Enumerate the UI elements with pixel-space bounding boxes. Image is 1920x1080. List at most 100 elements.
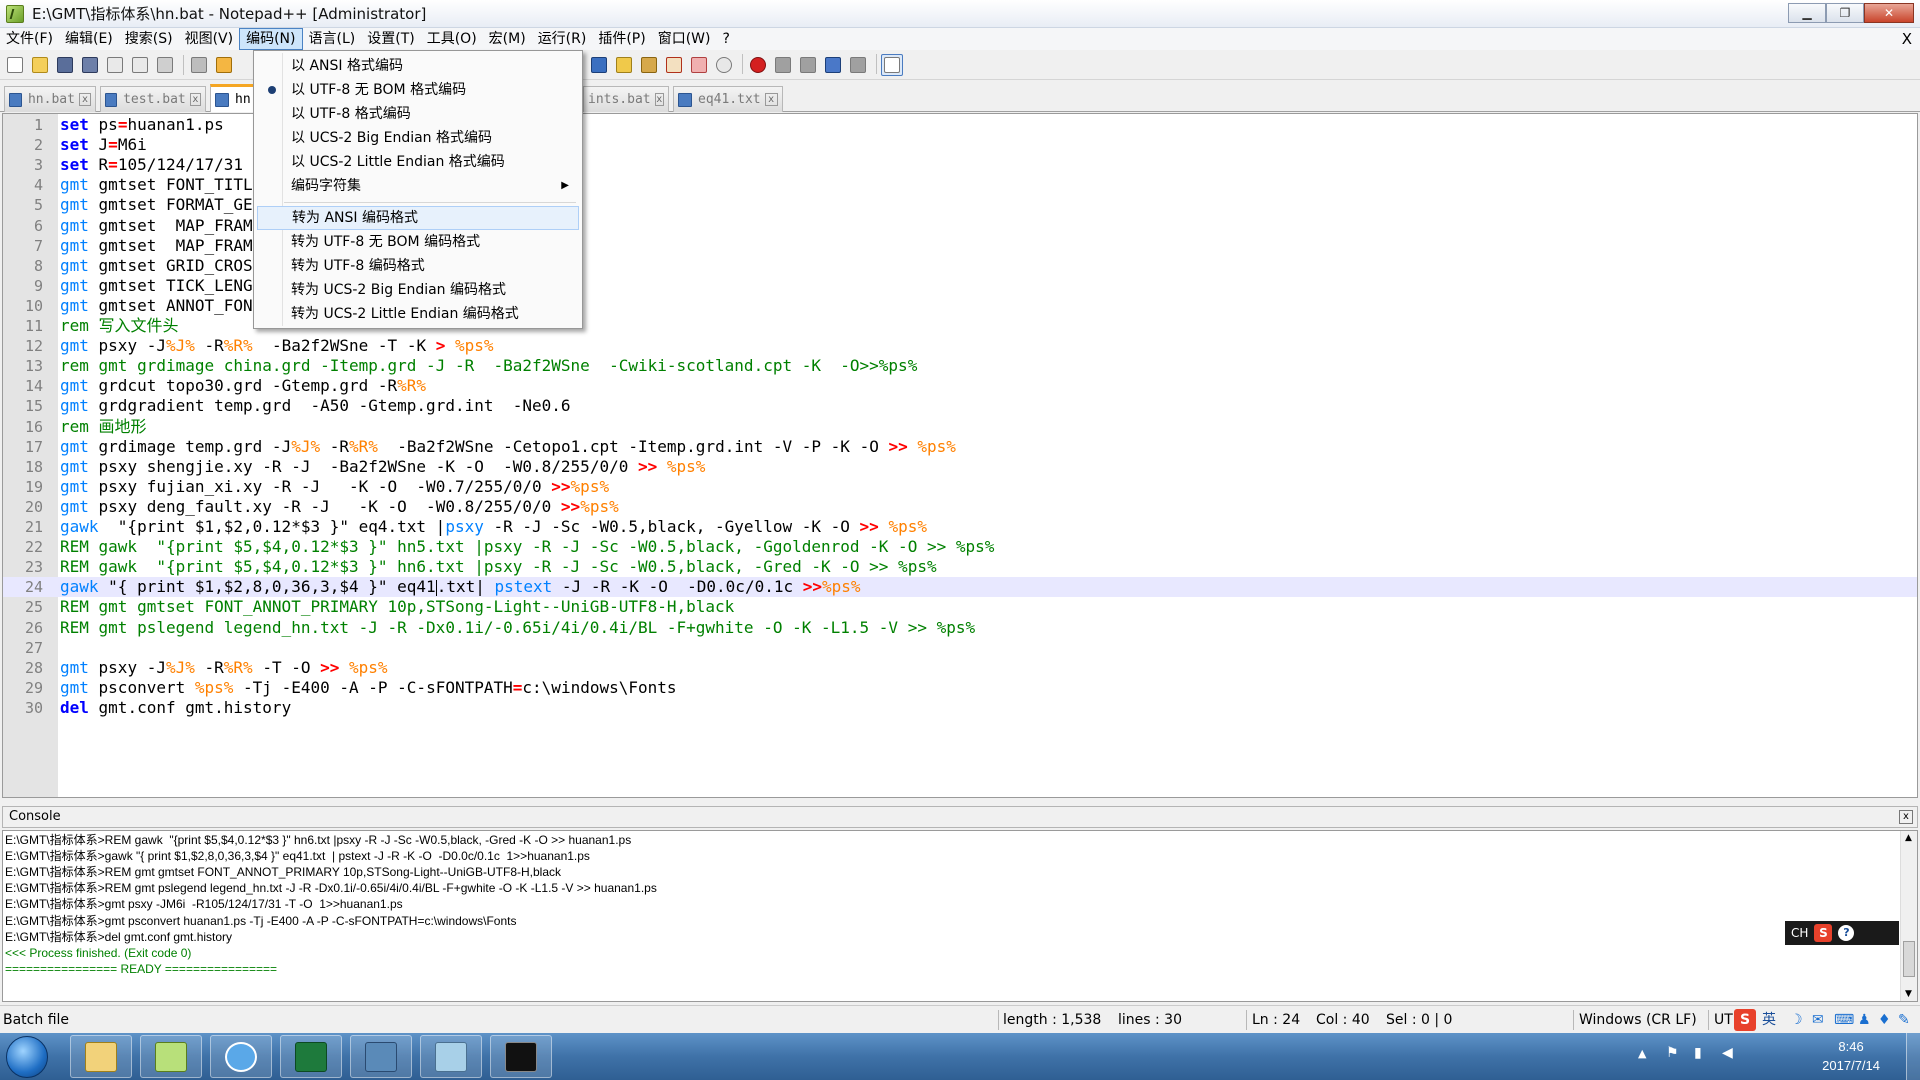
menu-file[interactable]: 文件(F) bbox=[0, 28, 59, 50]
save-macro-icon[interactable] bbox=[847, 54, 869, 76]
tools-icon[interactable]: ✎ bbox=[1898, 1006, 1910, 1034]
menu-encode-ucs2-be[interactable]: 以 UCS-2 Big Endian 格式编码 bbox=[257, 126, 579, 150]
menu-encode-utf8[interactable]: 以 UTF-8 格式编码 bbox=[257, 102, 579, 126]
code-line[interactable]: 21 gawk "{print $1,$2,0.12*$3 }" eq4.txt … bbox=[3, 517, 1917, 537]
menu-window[interactable]: 窗口(W) bbox=[652, 28, 717, 50]
show-all-chars-icon[interactable] bbox=[613, 54, 635, 76]
new-file-icon[interactable] bbox=[4, 54, 26, 76]
menu-convert-ansi[interactable]: 转为 ANSI 编码格式 bbox=[257, 206, 579, 230]
ime-symbol-icon[interactable]: ✉ bbox=[1812, 1006, 1824, 1034]
code-line[interactable]: 22 REM gawk "{print $5,$4,0.12*$3 }" hn5.… bbox=[3, 537, 1917, 557]
console-icon[interactable] bbox=[881, 54, 903, 76]
minimize-button[interactable]: ▁ bbox=[1788, 3, 1826, 23]
play-macro-icon[interactable] bbox=[797, 54, 819, 76]
code-line[interactable]: 20 gmt psxy deng_fault.xy -R -J -K -O -W0… bbox=[3, 497, 1917, 517]
scroll-down-icon[interactable]: ▼ bbox=[1905, 989, 1912, 999]
print-icon[interactable] bbox=[154, 54, 176, 76]
taskbar-explorer[interactable] bbox=[70, 1035, 132, 1078]
folder-as-workspace-icon[interactable] bbox=[688, 54, 710, 76]
taskbar-excel[interactable] bbox=[280, 1035, 342, 1078]
console-scrollbar[interactable]: ▲ ▼ bbox=[1900, 831, 1917, 1001]
user-icon[interactable]: ♟ bbox=[1858, 1006, 1871, 1034]
language-icon[interactable] bbox=[663, 54, 685, 76]
indent-guide-icon[interactable] bbox=[638, 54, 660, 76]
code-line[interactable]: 18 gmt psxy shengjie.xy -R -J -Ba2f2WSne … bbox=[3, 457, 1917, 477]
menu-encode-utf8-no-bom[interactable]: 以 UTF-8 无 BOM 格式编码 bbox=[257, 78, 579, 102]
menu-convert-utf8-no-bom[interactable]: 转为 UTF-8 无 BOM 编码格式 bbox=[257, 230, 579, 254]
taskbar-notepad[interactable] bbox=[420, 1035, 482, 1078]
tab-eq41-txt[interactable]: eq41.txt x bbox=[673, 86, 783, 112]
ime-language[interactable]: CH bbox=[1791, 926, 1808, 940]
tab-close-icon[interactable]: x bbox=[764, 93, 778, 106]
close-all-icon[interactable] bbox=[129, 54, 151, 76]
menu-plugins[interactable]: 插件(P) bbox=[592, 28, 651, 50]
tab-test-bat[interactable]: test.bat x bbox=[100, 86, 206, 112]
menu-character-sets[interactable]: 编码字符集 ▶ bbox=[257, 174, 579, 198]
stop-macro-icon[interactable] bbox=[772, 54, 794, 76]
sogou-logo-icon[interactable]: S bbox=[1814, 924, 1833, 942]
menu-macro[interactable]: 宏(M) bbox=[483, 28, 532, 50]
save-all-icon[interactable] bbox=[79, 54, 101, 76]
cut-icon[interactable] bbox=[188, 54, 210, 76]
help-icon[interactable]: ? bbox=[1838, 925, 1855, 941]
menu-encode-ucs2-le[interactable]: 以 UCS-2 Little Endian 格式编码 bbox=[257, 150, 579, 174]
taskbar-browser[interactable] bbox=[210, 1035, 272, 1078]
scroll-up-icon[interactable]: ▲ bbox=[1905, 833, 1912, 843]
start-button-icon[interactable] bbox=[6, 1036, 48, 1078]
clock[interactable]: 8:46 2017/7/14 bbox=[1822, 1037, 1880, 1075]
ime-toolbar[interactable]: CH S ? bbox=[1785, 921, 1899, 945]
menu-language[interactable]: 语言(L) bbox=[303, 28, 362, 50]
scrollbar-thumb[interactable] bbox=[1903, 941, 1915, 977]
code-line[interactable]: 17 gmt grdimage temp.grd -J%J% -R%R% -Ba2… bbox=[3, 437, 1917, 457]
taskbar-notepadpp[interactable] bbox=[140, 1035, 202, 1078]
menu-edit[interactable]: 编辑(E) bbox=[59, 28, 119, 50]
code-line[interactable]: 12 gmt psxy -J%J% -R%R% -Ba2f2WSne -T -K … bbox=[3, 336, 1917, 356]
ime-mode-indicator[interactable]: 英 bbox=[1762, 1006, 1776, 1034]
code-line[interactable]: 16 rem 画地形 bbox=[3, 417, 1917, 437]
code-line[interactable]: 14 gmt grdcut topo30.grd -Gtemp.grd -R%R% bbox=[3, 376, 1917, 396]
close-window-button[interactable]: ✕ bbox=[1864, 3, 1914, 23]
sogou-ime-icon[interactable]: S bbox=[1734, 1009, 1756, 1031]
volume-icon[interactable]: ◀ bbox=[1722, 1045, 1733, 1061]
show-desktop-button[interactable] bbox=[1906, 1033, 1920, 1080]
run-macro-multiple-icon[interactable] bbox=[822, 54, 844, 76]
network-icon[interactable]: ▮ bbox=[1694, 1045, 1702, 1061]
status-encoding[interactable]: UT bbox=[1714, 1006, 1733, 1034]
copy-icon[interactable] bbox=[213, 54, 235, 76]
record-macro-icon[interactable] bbox=[747, 54, 769, 76]
code-line[interactable]: 30 del gmt.conf gmt.history bbox=[3, 698, 1917, 718]
tab-close-icon[interactable]: x bbox=[78, 93, 91, 106]
taskbar-photos[interactable] bbox=[350, 1035, 412, 1078]
menu-convert-ucs2-be[interactable]: 转为 UCS-2 Big Endian 编码格式 bbox=[257, 278, 579, 302]
tab-close-icon[interactable]: x bbox=[654, 93, 664, 106]
code-line[interactable]: 23 REM gawk "{print $5,$4,0.12*$3 }" hn6.… bbox=[3, 557, 1917, 577]
menu-run[interactable]: 运行(R) bbox=[532, 28, 593, 50]
taskbar-cmd[interactable] bbox=[490, 1035, 552, 1078]
code-line[interactable]: 26 REM gmt pslegend legend_hn.txt -J -R -… bbox=[3, 618, 1917, 638]
word-wrap-icon[interactable] bbox=[588, 54, 610, 76]
close-document-button[interactable]: X bbox=[1902, 28, 1912, 50]
console-close-button[interactable]: x bbox=[1899, 810, 1913, 824]
status-eol[interactable]: Windows (CR LF) bbox=[1579, 1006, 1697, 1034]
menu-tools[interactable]: 工具(O) bbox=[421, 28, 483, 50]
menu-convert-utf8[interactable]: 转为 UTF-8 编码格式 bbox=[257, 254, 579, 278]
menu-search[interactable]: 搜索(S) bbox=[119, 28, 179, 50]
restore-button[interactable]: ❐ bbox=[1826, 3, 1864, 23]
code-line[interactable]: 27 bbox=[3, 638, 1917, 658]
tab-ints-bat[interactable]: ints.bat x bbox=[583, 86, 669, 112]
code-line[interactable]: 28 gmt psxy -J%J% -R%R% -T -O >> %ps% bbox=[3, 658, 1917, 678]
code-line[interactable]: 25 REM gmt gmtset FONT_ANNOT_PRIMARY 10p,… bbox=[3, 597, 1917, 617]
open-file-icon[interactable] bbox=[29, 54, 51, 76]
tab-hn-bat[interactable]: hn.bat x bbox=[4, 86, 96, 112]
code-line[interactable]: 15 gmt grdgradient temp.grd -A50 -Gtemp.g… bbox=[3, 396, 1917, 416]
monitor-icon[interactable] bbox=[713, 54, 735, 76]
action-center-icon[interactable]: ⚑ bbox=[1666, 1045, 1679, 1061]
menu-help[interactable]: ? bbox=[717, 28, 736, 50]
menu-encode-ansi[interactable]: 以 ANSI 格式编码 bbox=[257, 54, 579, 78]
code-line[interactable]: 19 gmt psxy fujian_xi.xy -R -J -K -O -W0.… bbox=[3, 477, 1917, 497]
menu-view[interactable]: 视图(V) bbox=[179, 28, 240, 50]
ime-punctuation-icon[interactable]: ☽ bbox=[1790, 1006, 1803, 1034]
menu-settings[interactable]: 设置(T) bbox=[361, 28, 420, 50]
console-output[interactable]: E:\GMT\指标体系>REM gawk "{print $5,$4,0.12*… bbox=[2, 830, 1918, 1002]
code-line[interactable]: 13 rem gmt grdimage china.grd -Itemp.grd … bbox=[3, 356, 1917, 376]
